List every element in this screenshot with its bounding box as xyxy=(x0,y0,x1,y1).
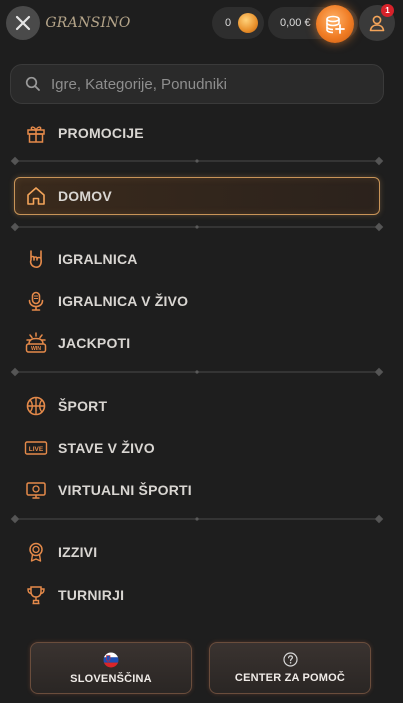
help-center-button[interactable]: CENTER ZA POMOČ xyxy=(209,642,371,694)
nav-item-jackpots[interactable]: WIN JACKPOTI xyxy=(24,328,130,358)
search-icon xyxy=(25,76,40,91)
nav-item-live-casino[interactable]: IGRALNICA V ŽIVO xyxy=(24,286,188,316)
nav-item-tournaments[interactable]: TURNIRJI xyxy=(24,580,124,610)
balance-value: 0,00 € xyxy=(280,17,311,29)
svg-text:LIVE: LIVE xyxy=(29,446,44,453)
nav-item-home[interactable]: DOMOV xyxy=(24,181,112,211)
brand-logo[interactable]: Gransino xyxy=(45,8,130,38)
section-divider xyxy=(10,222,384,232)
nav-label-live-casino: IGRALNICA V ŽIVO xyxy=(58,293,189,309)
nav-item-sport[interactable]: ŠPORT xyxy=(24,391,107,421)
svg-text:WIN: WIN xyxy=(31,346,41,352)
nav-label-challenges: IZZIVI xyxy=(58,544,98,560)
search-input[interactable] xyxy=(51,75,371,93)
language-button[interactable]: SLOVENŠČINA xyxy=(30,642,192,694)
coins-value: 0 xyxy=(225,17,232,29)
nav-item-live-bets[interactable]: LIVE STAVE V ŽIVO xyxy=(24,433,155,463)
nav-item-casino[interactable]: IGRALNICA xyxy=(24,244,138,274)
notification-badge: 1 xyxy=(381,4,394,17)
jackpot-win-icon: WIN xyxy=(24,331,48,355)
deposit-coins-icon xyxy=(326,15,345,34)
help-icon xyxy=(282,652,298,667)
basketball-icon xyxy=(24,394,48,418)
language-label: SLOVENŠČINA xyxy=(70,672,152,685)
nav-item-promotions[interactable]: PROMOCIJE xyxy=(24,118,144,148)
nav-item-challenges[interactable]: IZZIVI xyxy=(24,537,97,567)
gift-icon xyxy=(24,121,48,145)
nav-label-home: DOMOV xyxy=(58,188,112,204)
coin-icon xyxy=(238,13,258,33)
top-bar: Gransino 0 0,00 € 1 xyxy=(0,0,403,46)
rock-hand-icon xyxy=(24,247,48,271)
monitor-ball-icon xyxy=(24,478,48,502)
nav-label-sport: ŠPORT xyxy=(58,398,108,414)
nav-label-live-bets: STAVE V ŽIVO xyxy=(58,440,155,456)
section-divider xyxy=(10,367,384,377)
microphone-icon xyxy=(24,289,48,313)
deposit-button[interactable] xyxy=(316,5,354,43)
help-center-label: CENTER ZA POMOČ xyxy=(234,672,346,684)
nav-label-virtual-sports: VIRTUALNI ŠPORTI xyxy=(58,482,192,498)
nav-label-casino: IGRALNICA xyxy=(58,251,138,267)
nav-label-tournaments: TURNIRJI xyxy=(58,587,125,603)
section-divider xyxy=(10,156,384,166)
section-divider xyxy=(10,514,384,524)
close-icon xyxy=(15,15,31,31)
close-button[interactable] xyxy=(6,6,40,40)
logo-text: Gransino xyxy=(45,15,131,31)
nav-item-virtual-sports[interactable]: VIRTUALNI ŠPORTI xyxy=(24,475,192,505)
nav-label-promotions: PROMOCIJE xyxy=(58,125,144,141)
trophy-icon xyxy=(24,583,48,607)
home-icon xyxy=(24,184,48,208)
slovenia-flag-icon xyxy=(103,652,119,667)
live-icon: LIVE xyxy=(24,436,48,460)
search-bar[interactable] xyxy=(10,64,384,104)
medal-icon xyxy=(24,540,48,564)
coins-pill[interactable]: 0 xyxy=(212,7,264,39)
nav-label-jackpots: JACKPOTI xyxy=(58,335,131,351)
